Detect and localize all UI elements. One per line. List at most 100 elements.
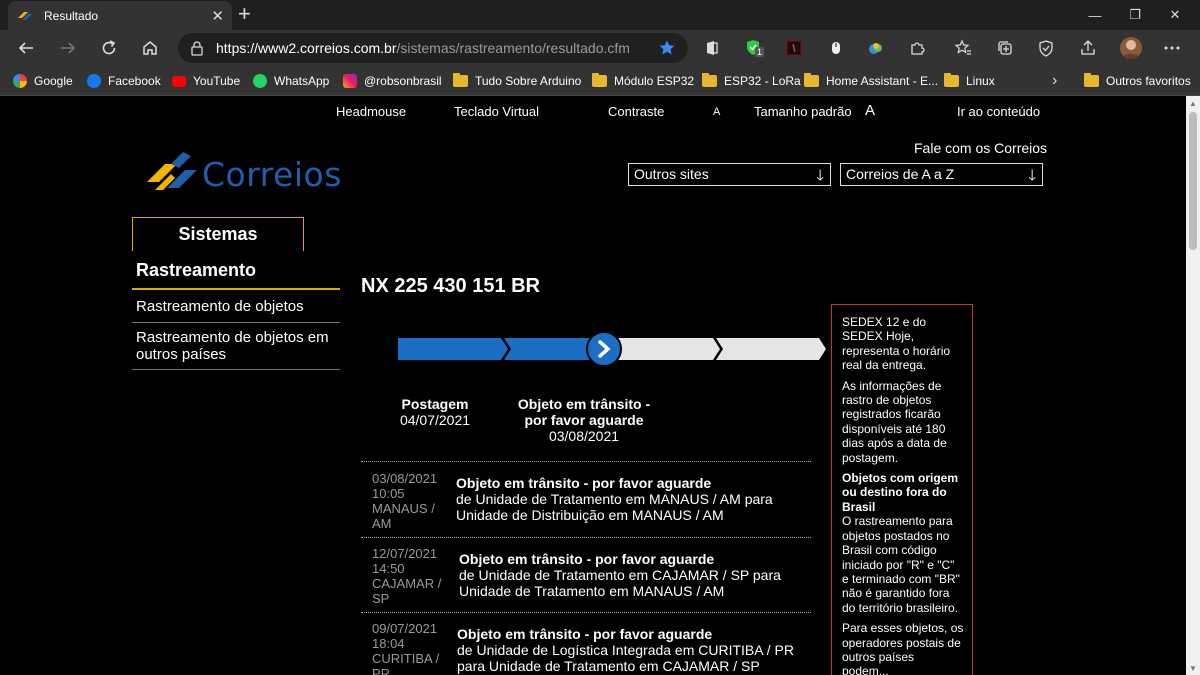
tab-close-icon[interactable]: ✕ <box>211 7 224 25</box>
info-paragraph: As informações de rastro de objetos regi… <box>842 378 947 465</box>
red-extension-icon[interactable] <box>784 38 804 58</box>
facebook-icon <box>87 74 101 88</box>
contraste-link[interactable]: Contraste <box>608 104 664 119</box>
folder-icon <box>1084 73 1099 87</box>
step-em-transito: Objeto em trânsito - por favor aguarde 0… <box>517 396 651 444</box>
tamanho-padrao-link[interactable]: Tamanho padrão <box>754 104 852 119</box>
folder-icon <box>944 73 959 87</box>
instagram-icon <box>343 74 357 88</box>
home-icon[interactable] <box>138 36 162 60</box>
event-divider <box>361 612 811 613</box>
extensions-puzzle-icon[interactable] <box>907 38 927 58</box>
bookmark-instagram[interactable]: @robsonbrasil <box>343 71 442 91</box>
bookmark-folder-esp32[interactable]: Módulo ESP32 <box>592 71 694 91</box>
correios-favicon-icon <box>16 8 34 24</box>
scroll-thumb[interactable] <box>1189 112 1197 250</box>
arrow-down-icon: 🡓 <box>1028 167 1036 184</box>
forward-icon[interactable] <box>56 36 80 60</box>
event-description: Objeto em trânsito - por favor aguarde d… <box>459 551 781 599</box>
sidebar-divider <box>132 369 340 370</box>
back-icon[interactable] <box>14 36 38 60</box>
profile-avatar[interactable] <box>1120 37 1142 59</box>
refresh-icon[interactable] <box>97 36 121 60</box>
event-divider <box>361 537 811 538</box>
favorite-star-icon[interactable] <box>658 39 676 62</box>
favorites-icon[interactable] <box>953 38 973 58</box>
sidebar-divider <box>132 288 340 290</box>
folder-icon <box>453 73 468 87</box>
event-datetime: 12/07/2021 14:50 CAJAMAR / SP <box>372 546 442 606</box>
ir-ao-conteudo-link[interactable]: Ir ao conteúdo <box>957 104 1040 119</box>
teclado-virtual-link[interactable]: Teclado Virtual <box>454 104 539 119</box>
lock-icon[interactable] <box>190 40 204 61</box>
url-text: https://www2.correios.com.br/sistemas/ra… <box>216 40 630 56</box>
youtube-icon <box>172 75 186 87</box>
correios-logo-mark-icon <box>147 152 197 190</box>
bookmark-folder-arduino[interactable]: Tudo Sobre Arduino <box>453 71 581 91</box>
sidebar-link-outros-paises[interactable]: Rastreamento de objetos em outros países <box>136 329 336 363</box>
tracking-code: NX 225 430 151 BR <box>361 275 541 297</box>
headmouse-link[interactable]: Headmouse <box>336 104 406 119</box>
progress-segment <box>716 338 826 360</box>
info-paragraph: SEDEX 12 e do SEDEX Hoje, representa o h… <box>842 315 951 373</box>
current-step-marker <box>586 331 622 367</box>
sistemas-tab[interactable]: Sistemas <box>132 217 304 251</box>
bookmark-google[interactable]: Google <box>13 71 73 91</box>
font-increase-link[interactable]: A <box>865 102 875 119</box>
progress-bar <box>398 331 826 367</box>
collections-icon[interactable] <box>995 38 1015 58</box>
browser-toolbar: https://www2.correios.com.br/sistemas/ra… <box>0 30 1200 66</box>
info-paragraph: Para esses objetos, os operadores postai… <box>842 621 964 675</box>
tab-title: Resultado <box>44 8 99 23</box>
event-divider <box>361 461 811 462</box>
info-box: SEDEX 12 e do SEDEX Hoje, representa o h… <box>831 304 973 675</box>
rastreamento-heading: Rastreamento <box>136 260 257 280</box>
event-description: Objeto em trânsito - por favor aguarde d… <box>456 475 773 523</box>
info-heading: Objetos com origem ou destino fora do Br… <box>842 471 959 514</box>
address-bar[interactable]: https://www2.correios.com.br/sistemas/ra… <box>178 33 688 63</box>
info-paragraph: O rastreamento para objetos postados no … <box>842 514 960 615</box>
arrow-down-icon: 🡓 <box>816 167 824 184</box>
fale-com-correios-link[interactable]: Fale com os Correios <box>914 140 1047 156</box>
event-datetime: 09/07/2021 18:04 CURITIBA / PR <box>372 621 440 675</box>
browser-tab[interactable]: Resultado ✕ <box>8 1 232 30</box>
bookmark-folder-outros-favoritos[interactable]: Outros favoritos <box>1084 71 1191 91</box>
bookmark-folder-home-assistant[interactable]: Home Assistant - E... <box>804 71 938 91</box>
outros-sites-select[interactable]: Outros sites 🡓 <box>628 163 831 186</box>
folder-icon <box>804 73 819 87</box>
office-extension-icon[interactable] <box>702 38 722 58</box>
font-decrease-link[interactable]: A <box>713 106 720 118</box>
new-tab-icon[interactable]: + <box>238 3 251 25</box>
correios-logo-text: Correios <box>202 155 342 194</box>
browser-essentials-icon[interactable] <box>1036 38 1056 58</box>
shield-extension-icon[interactable]: 1 <box>744 38 765 58</box>
page-scrollbar[interactable]: ▲ ▼ <box>1186 96 1200 675</box>
bookmark-youtube[interactable]: YouTube <box>172 71 240 91</box>
progress-segment <box>398 338 508 360</box>
bookmark-folder-lora[interactable]: ESP32 - LoRa <box>702 71 801 91</box>
step-postagem: Postagem 04/07/2021 <box>399 396 471 428</box>
more-menu-icon[interactable] <box>1162 38 1182 58</box>
bookmark-folder-linux[interactable]: Linux <box>944 71 995 91</box>
event-description: Objeto em trânsito - por favor aguarde d… <box>457 626 794 674</box>
bookmark-whatsapp[interactable]: WhatsApp <box>253 71 329 91</box>
mouse-extension-icon[interactable] <box>826 38 846 58</box>
bookmarks-bar: Google Facebook YouTube WhatsApp @robson… <box>0 66 1200 96</box>
correios-a-z-select[interactable]: Correios de A a Z 🡓 <box>840 163 1043 186</box>
sidebar-link-rastreamento-objetos[interactable]: Rastreamento de objetos <box>136 298 304 315</box>
share-icon[interactable] <box>1078 38 1098 58</box>
tab-bar: Resultado ✕ + — ❐ ✕ <box>0 0 1200 30</box>
scroll-up-icon[interactable]: ▲ <box>1186 96 1200 110</box>
scroll-down-icon[interactable]: ▼ <box>1186 661 1200 675</box>
google-icon <box>13 74 27 88</box>
bookmark-facebook[interactable]: Facebook <box>87 71 161 91</box>
cloud-extension-icon[interactable] <box>866 38 886 58</box>
event-datetime: 03/08/2021 10:05 MANAUS / AM <box>372 471 438 531</box>
progress-segment <box>610 338 720 360</box>
bookmarks-overflow-chevron-icon[interactable]: › <box>1052 71 1057 91</box>
page-content: Headmouse Teclado Virtual Contraste A Ta… <box>0 96 1186 675</box>
close-window-icon[interactable]: ✕ <box>1152 0 1198 30</box>
correios-logo[interactable]: Correios <box>145 152 341 196</box>
extension-badge: 1 <box>755 47 765 57</box>
folder-icon <box>592 73 607 87</box>
